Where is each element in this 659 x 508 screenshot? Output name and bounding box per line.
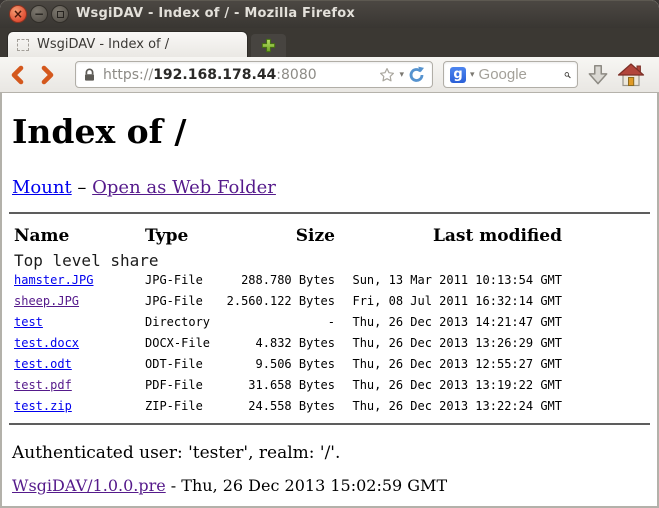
tab-wsgidav[interactable]: WsgiDAV - Index of /	[8, 32, 247, 57]
reload-icon[interactable]	[408, 66, 425, 83]
table-row: test.zip ZIP-File 24.558 Bytes Thu, 26 D…	[14, 396, 657, 417]
mount-link[interactable]: Mount	[12, 177, 72, 198]
file-link[interactable]: sheep.JPG	[14, 294, 79, 308]
file-link[interactable]: test.docx	[14, 336, 79, 350]
file-link[interactable]: hamster.JPG	[14, 273, 93, 287]
file-size: 31.658 Bytes	[212, 375, 335, 396]
window-close-button[interactable]: ×	[9, 5, 27, 23]
file-size: 24.558 Bytes	[212, 396, 335, 417]
file-size: 9.506 Bytes	[212, 354, 335, 375]
forward-arrow-icon	[40, 65, 56, 85]
table-row: hamster.JPG JPG-File 288.780 Bytes Sun, …	[14, 270, 657, 291]
new-tab-button[interactable]	[251, 34, 286, 57]
browser-window: × − WsgiDAV - Index of / - Mozilla Firef…	[0, 0, 659, 508]
tab-label: WsgiDAV - Index of /	[37, 37, 169, 52]
lock-icon	[83, 68, 96, 82]
file-modified: Thu, 26 Dec 2013 13:22:24 GMT	[335, 396, 562, 417]
table-header-row: Name Type Size Last modified	[14, 225, 657, 247]
url-bar[interactable]: https://192.168.178.44:8080 ▾	[75, 61, 433, 88]
share-note: Top level share	[14, 251, 657, 270]
home-house-icon	[617, 62, 645, 88]
file-type: ODT-File	[145, 354, 212, 375]
file-size: 2.560.122 Bytes	[212, 291, 335, 312]
file-modified: Thu, 26 Dec 2013 12:55:27 GMT	[335, 354, 562, 375]
minimize-icon: −	[34, 8, 44, 20]
column-header-modified: Last modified	[335, 225, 562, 247]
tab-favicon-placeholder-icon	[17, 39, 29, 51]
downloads-button[interactable]	[585, 62, 611, 92]
file-size: 4.832 Bytes	[212, 333, 335, 354]
file-type: JPG-File	[145, 291, 212, 312]
file-size: 288.780 Bytes	[212, 270, 335, 291]
file-listing: Name Type Size Last modified Top level s…	[14, 225, 657, 417]
forward-button[interactable]	[36, 64, 60, 86]
footer-timestamp: - Thu, 26 Dec 2013 15:02:59 GMT	[166, 476, 447, 495]
file-modified: Sun, 13 Mar 2011 10:13:54 GMT	[335, 270, 562, 291]
url-dropdown-caret-icon[interactable]: ▾	[399, 70, 404, 80]
file-link[interactable]: test.odt	[14, 357, 72, 371]
table-row: test.pdf PDF-File 31.658 Bytes Thu, 26 D…	[14, 375, 657, 396]
download-arrow-icon	[585, 62, 611, 88]
page-nav-links: Mount – Open as Web Folder	[12, 177, 647, 198]
google-logo-icon: g	[450, 67, 466, 83]
file-size: -	[212, 312, 335, 333]
back-arrow-icon	[9, 65, 25, 85]
file-type: DOCX-File	[145, 333, 212, 354]
column-header-size: Size	[212, 225, 335, 247]
home-button[interactable]	[617, 62, 645, 92]
divider-top	[9, 212, 650, 214]
divider-bottom	[9, 423, 650, 425]
open-as-web-folder-link[interactable]: Open as Web Folder	[92, 177, 276, 198]
file-modified: Thu, 26 Dec 2013 13:26:29 GMT	[335, 333, 562, 354]
url-host: 192.168.178.44	[153, 67, 276, 83]
search-input[interactable]	[479, 66, 565, 83]
table-row: test.odt ODT-File 9.506 Bytes Thu, 26 De…	[14, 354, 657, 375]
window-maximize-button[interactable]	[51, 5, 69, 23]
column-header-type: Type	[145, 225, 212, 247]
titlebar: × − WsgiDAV - Index of / - Mozilla Firef…	[0, 0, 659, 28]
search-magnifier-icon[interactable]	[564, 67, 571, 83]
window-title: WsgiDAV - Index of / - Mozilla Firefox	[76, 0, 355, 28]
file-table-body: hamster.JPG JPG-File 288.780 Bytes Sun, …	[14, 270, 657, 417]
file-link[interactable]: test.zip	[14, 399, 72, 413]
url-port: :8080	[276, 67, 316, 83]
file-link[interactable]: test	[14, 315, 43, 329]
search-box[interactable]: g ▾	[443, 61, 578, 88]
table-row: sheep.JPG JPG-File 2.560.122 Bytes Fri, …	[14, 291, 657, 312]
file-type: PDF-File	[145, 375, 212, 396]
auth-status-line: Authenticated user: 'tester', realm: '/'…	[12, 443, 647, 463]
tab-bar: WsgiDAV - Index of /	[0, 28, 659, 57]
maximize-icon	[57, 11, 64, 18]
file-modified: Thu, 26 Dec 2013 13:19:22 GMT	[335, 375, 562, 396]
column-header-name: Name	[14, 225, 145, 247]
wsgidav-version-link[interactable]: WsgiDAV/1.0.0.pre	[12, 476, 166, 495]
file-type: ZIP-File	[145, 396, 212, 417]
server-footer: WsgiDAV/1.0.0.pre - Thu, 26 Dec 2013 15:…	[12, 476, 647, 495]
url-scheme: https://	[103, 67, 153, 83]
table-row: test Directory - Thu, 26 Dec 2013 14:21:…	[14, 312, 657, 333]
file-modified: Fri, 08 Jul 2011 16:32:14 GMT	[335, 291, 562, 312]
close-icon: ×	[13, 8, 23, 20]
window-minimize-button[interactable]: −	[30, 5, 48, 23]
new-tab-plus-icon	[260, 37, 277, 54]
bookmark-star-icon[interactable]	[379, 67, 395, 83]
search-engine-caret-icon[interactable]: ▾	[470, 70, 475, 80]
file-modified: Thu, 26 Dec 2013 14:21:47 GMT	[335, 312, 562, 333]
table-row: test.docx DOCX-File 4.832 Bytes Thu, 26 …	[14, 333, 657, 354]
file-link[interactable]: test.pdf	[14, 378, 72, 392]
navigation-toolbar: https://192.168.178.44:8080 ▾ g ▾	[0, 57, 659, 93]
back-button[interactable]	[5, 64, 29, 86]
url-text: https://192.168.178.44:8080	[103, 67, 379, 83]
file-type: JPG-File	[145, 270, 212, 291]
page-title: Index of /	[12, 112, 647, 151]
nav-links-separator: –	[77, 177, 86, 198]
file-type: Directory	[145, 312, 212, 333]
page-content: Index of / Mount – Open as Web Folder Na…	[0, 93, 659, 508]
